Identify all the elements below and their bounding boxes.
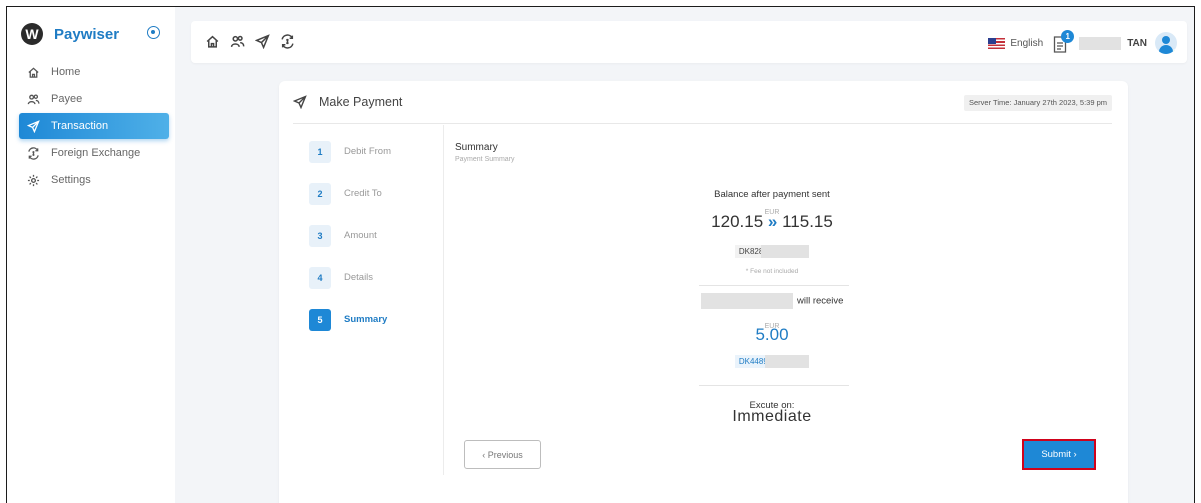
brand[interactable]: W Paywiser (21, 23, 119, 45)
execute-value: Immediate (732, 408, 812, 425)
credit-account: DK4489000 (734, 355, 810, 368)
credit-account-row: DK4489000 (695, 351, 849, 369)
step-number: 2 (309, 183, 331, 205)
page-title: Make Payment (319, 95, 403, 109)
vertical-divider (443, 125, 444, 475)
sidebar-toggle-icon[interactable] (147, 26, 160, 39)
receiver-row: will receive (695, 292, 849, 310)
divider (699, 285, 849, 286)
sidebar-item-label: Foreign Exchange (51, 147, 141, 159)
language-selector[interactable]: English (1010, 38, 1043, 49)
home-shortcut[interactable] (205, 34, 220, 49)
topbar-right: English 1 TAN (988, 29, 1177, 57)
summary-title: Summary (455, 142, 498, 153)
step-number: 5 (309, 309, 331, 331)
receive-amount: 5.00 (755, 325, 789, 344)
redacted-account-digits (765, 355, 810, 368)
sidebar-item-label: Transaction (51, 120, 109, 132)
make-payment-card: Make Payment Server Time: January 27th 2… (279, 81, 1128, 503)
step-details[interactable]: 4 Details (309, 267, 391, 309)
balance-change: 120.15 » 115.15 (695, 212, 849, 232)
fee-note: * Fee not included (745, 268, 799, 275)
exchange-icon (281, 34, 294, 49)
step-label: Details (344, 272, 374, 283)
double-chevron-icon: » (767, 212, 778, 231)
quick-nav (205, 34, 305, 50)
sidebar-item-payee[interactable]: Payee (19, 86, 169, 112)
step-summary[interactable]: 5 Summary (309, 309, 391, 351)
brand-logo: W (21, 23, 43, 45)
step-credit-to[interactable]: 2 Credit To (309, 183, 391, 225)
home-icon (206, 35, 219, 48)
us-flag-icon (988, 37, 1006, 49)
gear-icon (27, 174, 40, 186)
sidebar-item-foreign-exchange[interactable]: Foreign Exchange (19, 140, 169, 166)
sidebar-item-label: Payee (51, 93, 83, 105)
exchange-shortcut[interactable] (280, 34, 295, 49)
step-label: Debit From (344, 146, 391, 157)
notification-badge: 1 (1061, 30, 1075, 43)
send-icon (293, 95, 307, 109)
home-icon (28, 66, 39, 78)
app-window: W Paywiser Home Payee Transaction Foreig… (6, 6, 1195, 503)
payee-shortcut[interactable] (230, 34, 245, 49)
balance-label: Balance after payment sent (714, 189, 830, 200)
notifications-button[interactable]: 1 (1053, 30, 1075, 53)
redacted-account-digits (761, 245, 810, 258)
brand-name: Paywiser (54, 25, 120, 43)
divider (699, 385, 849, 386)
balance-after: 115.15 (782, 212, 833, 231)
balance-before: 120.15 (711, 212, 764, 231)
exchange-icon (28, 146, 39, 160)
step-number: 1 (309, 141, 331, 163)
sidebar-item-settings[interactable]: Settings (19, 167, 169, 193)
summary-subtitle: Payment Summary (455, 156, 515, 163)
step-label: Amount (344, 230, 377, 241)
users-icon (230, 35, 245, 48)
previous-button[interactable]: ‹ Previous (464, 440, 541, 469)
send-icon (254, 34, 270, 50)
stepper: 1 Debit From 2 Credit To 3 Amount 4 Deta… (309, 141, 391, 351)
sidebar-item-label: Home (51, 66, 81, 78)
step-number: 3 (309, 225, 331, 247)
sidebar-item-transaction[interactable]: Transaction (19, 113, 169, 139)
transaction-shortcut[interactable] (254, 34, 270, 50)
server-time: Server Time: January 27th 2023, 5:39 pm (964, 95, 1112, 111)
sidebar: W Paywiser Home Payee Transaction Foreig… (7, 7, 175, 503)
topbar: English 1 TAN (191, 21, 1187, 63)
step-debit-from[interactable]: 1 Debit From (309, 141, 391, 183)
sidebar-nav: Home Payee Transaction Foreign Exchange … (19, 59, 169, 194)
send-icon (27, 119, 40, 133)
card-header: Make Payment (293, 95, 402, 109)
submit-button[interactable]: Submit › (1022, 439, 1096, 470)
user-name[interactable]: TAN (1127, 38, 1147, 49)
sidebar-item-home[interactable]: Home (19, 59, 169, 85)
users-icon (27, 93, 40, 104)
step-label: Summary (344, 314, 388, 325)
step-number: 4 (309, 267, 331, 289)
divider (293, 123, 1112, 124)
redacted-username (1079, 36, 1122, 50)
sidebar-item-label: Settings (51, 174, 91, 186)
online-status-dot (1172, 49, 1177, 54)
step-amount[interactable]: 3 Amount (309, 225, 391, 267)
receive-label: will receive (796, 295, 844, 307)
avatar[interactable] (1155, 32, 1177, 54)
debit-account-row: DK8289000 (695, 241, 849, 259)
redacted-receiver-name (700, 292, 793, 309)
debit-account: DK8289000 (734, 245, 810, 258)
step-label: Credit To (344, 188, 382, 199)
